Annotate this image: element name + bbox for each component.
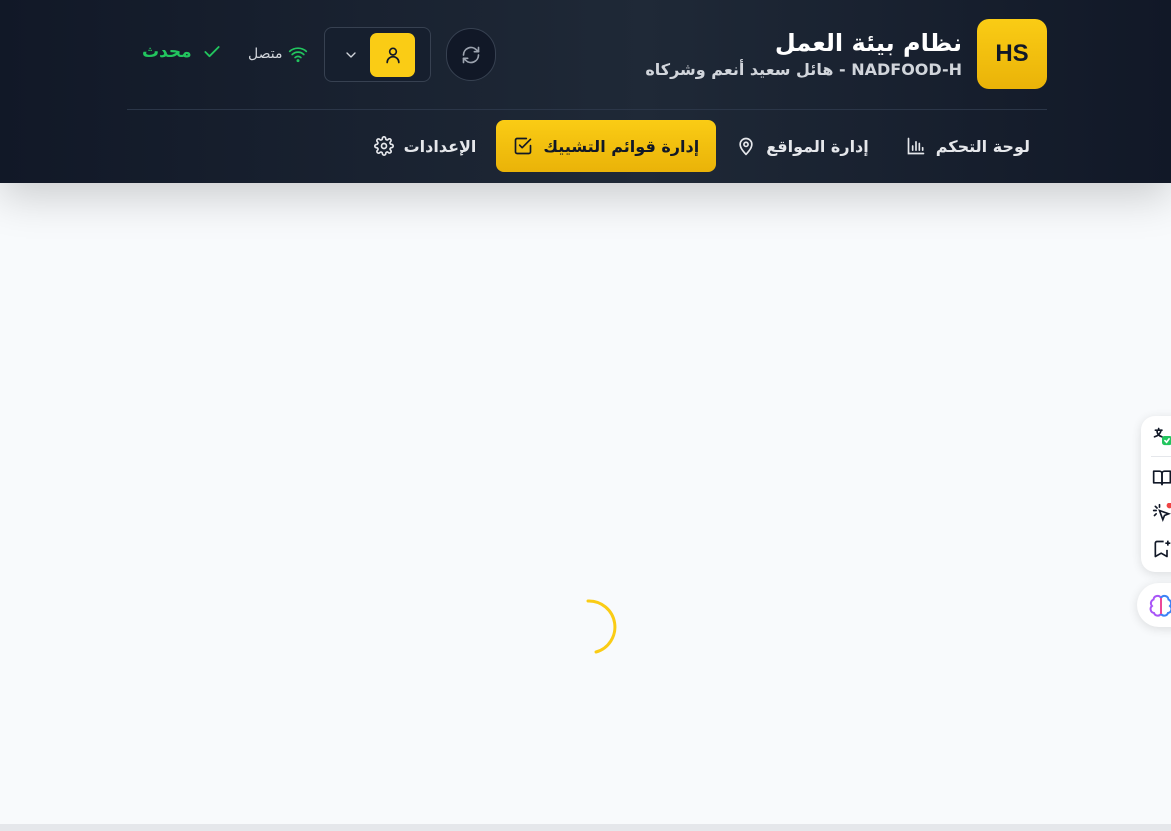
- side-tools-panel: [1141, 416, 1171, 572]
- refresh-icon: [462, 46, 480, 63]
- gear-icon: [373, 136, 394, 156]
- refresh-button[interactable]: [446, 28, 496, 81]
- nav-item-label: إدارة المواقع: [766, 136, 869, 156]
- brain-icon: [1149, 594, 1171, 617]
- app-title: نظام بيئة العمل: [774, 29, 962, 57]
- user-icon: [385, 47, 400, 64]
- nav-item-dashboard[interactable]: لوحة التحكم: [889, 120, 1047, 172]
- map-pin-icon: [739, 137, 753, 156]
- connection-label: متصل: [248, 46, 283, 62]
- checkbox-icon: [515, 137, 532, 155]
- main-nav: لوحة التحكم إدارة المواقع إدارة قوائم ال…: [357, 120, 1047, 172]
- side-divider: [1151, 456, 1171, 457]
- connection-status: متصل: [248, 44, 308, 64]
- brand-text: نظام بيئة العمل NADFOOD-H - هائل سعيد أن…: [645, 27, 962, 81]
- nav-item-label: إدارة قوائم التشييك: [543, 136, 700, 156]
- wifi-icon: [289, 47, 308, 63]
- sync-status-label: محدث: [142, 42, 192, 62]
- nav-item-label: الإعدادات: [403, 136, 477, 156]
- sync-status: محدث: [142, 42, 222, 62]
- book-icon[interactable]: [1152, 467, 1171, 487]
- nav-item-checklists[interactable]: إدارة قوائم التشييك: [496, 120, 717, 172]
- app-subtitle: NADFOOD-H - هائل سعيد أنعم وشركاه: [645, 60, 962, 79]
- bottom-scrollbar: [0, 824, 1171, 831]
- top-header: HS نظام بيئة العمل NADFOOD-H - هائل سعيد…: [0, 0, 1171, 183]
- translate-icon[interactable]: [1152, 426, 1171, 446]
- user-menu-button[interactable]: [324, 27, 431, 82]
- avatar: [370, 33, 415, 77]
- loading-spinner: [586, 599, 617, 654]
- brand: HS نظام بيئة العمل NADFOOD-H - هائل سعيد…: [645, 19, 1047, 89]
- app-logo: HS: [977, 19, 1047, 89]
- check-icon: [204, 46, 220, 58]
- nav-item-sites[interactable]: إدارة المواقع: [719, 120, 886, 172]
- bookmark-add-icon[interactable]: [1152, 539, 1171, 559]
- header-divider: [127, 109, 1047, 110]
- assistant-button[interactable]: [1137, 583, 1171, 627]
- nav-item-settings[interactable]: الإعدادات: [357, 120, 494, 172]
- pointer-sparkle-icon[interactable]: [1152, 503, 1171, 523]
- nav-item-label: لوحة التحكم: [935, 136, 1030, 156]
- chevron-down-icon: [346, 52, 356, 58]
- bar-chart-icon: [907, 137, 925, 155]
